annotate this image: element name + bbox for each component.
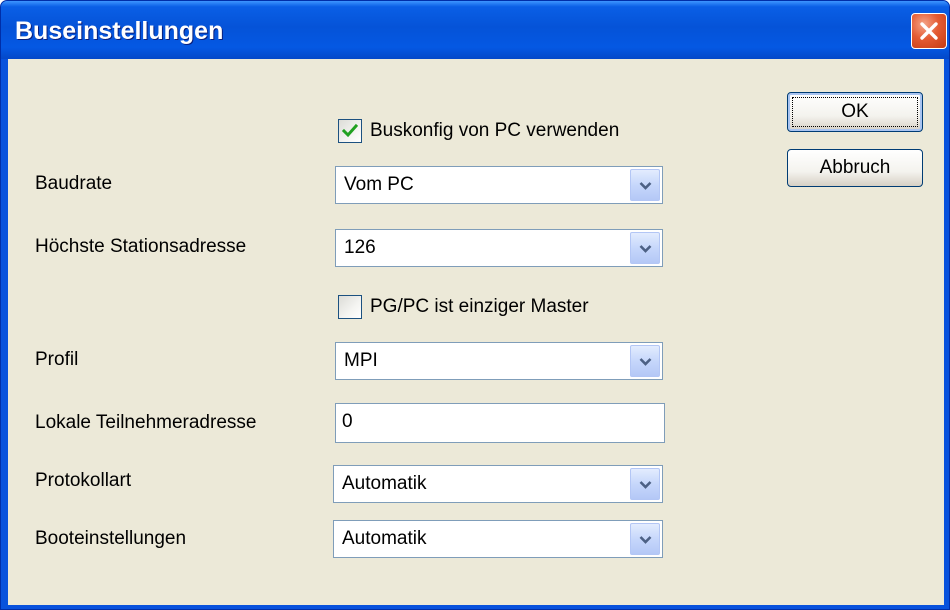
highest-station-dropdown-button[interactable] [630,232,660,264]
boot-value: Automatik [342,528,427,549]
use-pc-busconfig-label: Buskonfig von PC verwenden [370,120,620,141]
protocol-select[interactable]: Automatik [333,465,663,503]
cancel-button[interactable]: Abbruch [787,149,923,187]
only-master-checkbox[interactable] [338,295,362,319]
only-master-label: PG/PC ist einziger Master [370,296,589,317]
dialog-window: Buseinstellungen Buskonfig von PC verwen… [0,0,950,610]
protocol-value: Automatik [342,473,427,494]
highest-station-label: Höchste Stationsadresse [35,236,247,257]
local-address-label: Lokale Teilnehmeradresse [35,412,257,433]
local-address-input[interactable]: 0 [335,403,665,443]
profile-select[interactable]: MPI [335,342,663,380]
profile-value: MPI [344,350,378,371]
protocol-dropdown-button[interactable] [630,468,660,500]
baudrate-label: Baudrate [35,173,113,194]
profile-label: Profil [35,349,79,370]
chevron-down-icon [639,358,652,366]
baudrate-value: Vom PC [344,174,414,195]
baudrate-dropdown-button[interactable] [630,169,660,201]
window-title: Buseinstellungen [15,17,224,45]
close-button[interactable] [911,13,947,49]
highest-station-select[interactable]: 126 [335,229,663,267]
chevron-down-icon [639,245,652,253]
chevron-down-icon [639,182,652,190]
ok-button[interactable]: OK [787,92,923,132]
profile-dropdown-button[interactable] [630,345,660,377]
focus-indicator [792,97,918,127]
boot-label: Booteinstellungen [35,528,187,549]
local-address-value: 0 [342,411,353,432]
boot-select[interactable]: Automatik [333,520,663,558]
checkmark-icon [342,123,358,138]
protocol-label: Protokollart [35,470,132,491]
only-master-option[interactable]: PG/PC ist einziger Master [338,294,638,320]
title-bar[interactable]: Buseinstellungen [1,1,949,59]
chevron-down-icon [639,536,652,544]
dialog-body: Buskonfig von PC verwenden Baudrate Vom … [8,59,944,605]
boot-dropdown-button[interactable] [630,523,660,555]
cancel-button-label: Abbruch [819,157,891,178]
use-pc-busconfig-option[interactable]: Buskonfig von PC verwenden [338,118,658,144]
use-pc-busconfig-checkbox[interactable] [338,119,362,143]
baudrate-select[interactable]: Vom PC [335,166,663,204]
close-icon [920,22,938,40]
highest-station-value: 126 [344,237,376,258]
chevron-down-icon [639,481,652,489]
